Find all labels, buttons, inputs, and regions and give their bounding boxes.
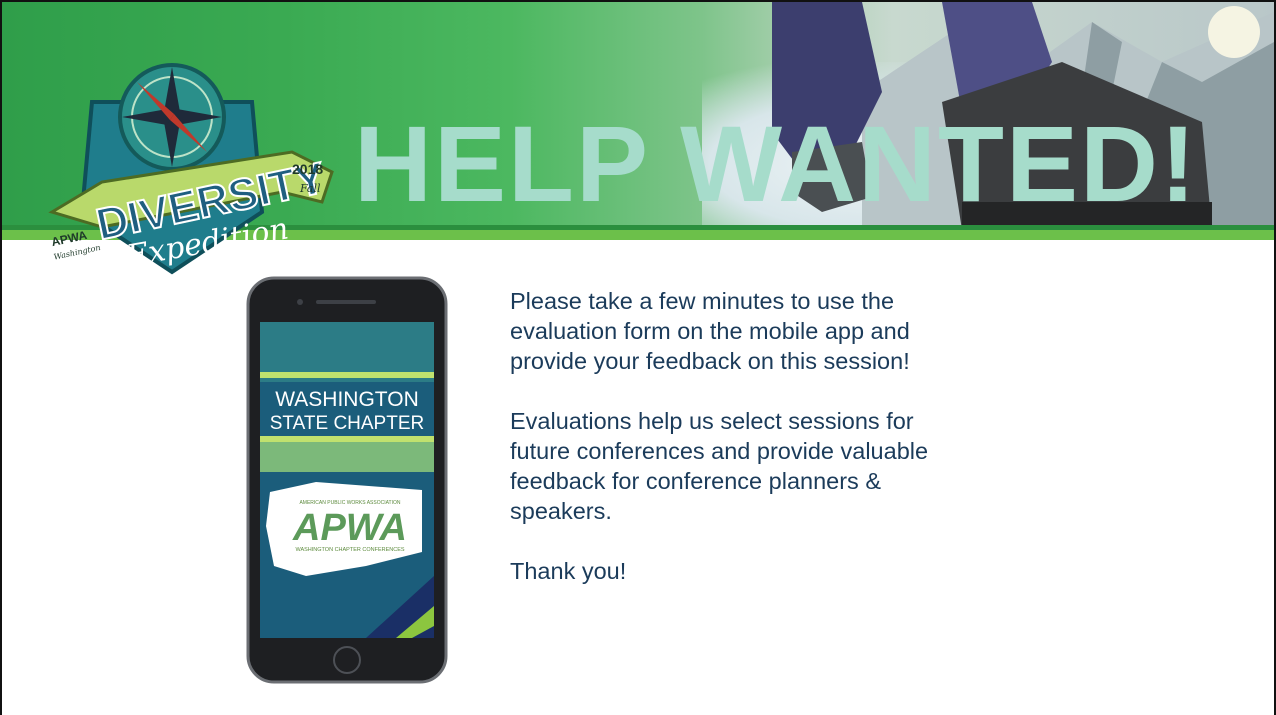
paragraph-explanation: Evaluations help us select sessions for … bbox=[510, 408, 929, 524]
phone-assoc: AMERICAN PUBLIC WORKS ASSOCIATION bbox=[299, 500, 400, 506]
paragraph-thanks: Thank you! bbox=[510, 558, 627, 584]
headline: HELP WANTED! bbox=[354, 103, 1199, 224]
logo-season: Fall bbox=[299, 182, 321, 195]
diversity-expedition-logo: DIVERSITY 2018 Fall Expedition APWA Wash… bbox=[48, 63, 334, 275]
phone-line1: WASHINGTON bbox=[275, 388, 419, 411]
paragraph-request: Please take a few minutes to use the eva… bbox=[510, 288, 910, 374]
phone-subtitle: WASHINGTON CHAPTER CONFERENCES bbox=[295, 547, 404, 553]
phone-acronym: APWA bbox=[292, 507, 407, 549]
logo-year: 2018 bbox=[292, 161, 323, 177]
mobile-app-phone: WASHINGTON STATE CHAPTER AMERICAN PUBLIC… bbox=[246, 276, 448, 684]
phone-line2: STATE CHAPTER bbox=[270, 413, 424, 434]
slide: HELP WANTED! DIVERSITY 2018 Fall Expedit… bbox=[0, 0, 1276, 715]
body-text: Please take a few minutes to use the eva… bbox=[510, 286, 950, 586]
